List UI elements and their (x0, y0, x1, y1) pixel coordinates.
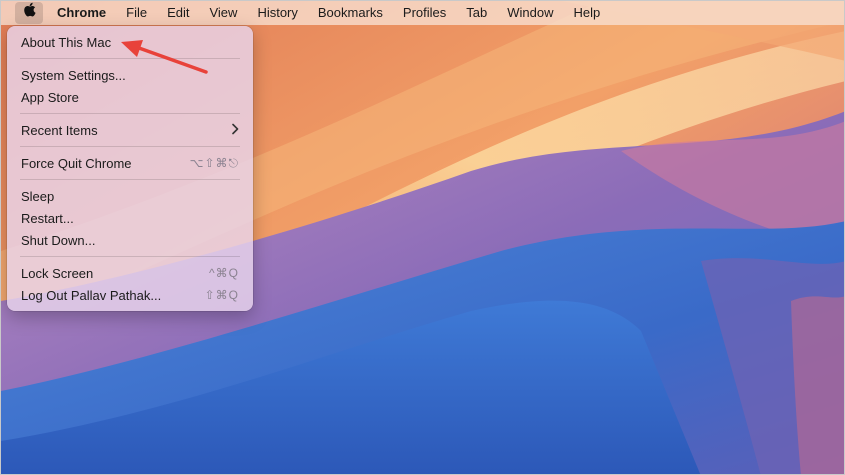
keyboard-shortcut: ⇧⌘Q (204, 288, 239, 302)
menu-help[interactable]: Help (564, 2, 611, 24)
menu-item-label: Shut Down... (21, 232, 96, 248)
menu-item-label: Lock Screen (21, 265, 94, 281)
menu-item-log-out[interactable]: Log Out Pallav Pathak... ⇧⌘Q (7, 284, 253, 306)
apple-menu-button[interactable] (15, 2, 43, 24)
menu-window[interactable]: Window (497, 2, 563, 24)
screen: Chrome File Edit View History Bookmarks … (0, 0, 845, 475)
menu-item-lock-screen[interactable]: Lock Screen ^⌘Q (7, 262, 253, 284)
menu-item-shut-down[interactable]: Shut Down... (7, 229, 253, 251)
menu-separator (20, 146, 240, 147)
apple-menu-dropdown: About This Mac System Settings... App St… (7, 26, 253, 311)
menu-edit[interactable]: Edit (157, 2, 199, 24)
menu-item-label: Recent Items (21, 122, 98, 138)
menu-history[interactable]: History (247, 2, 307, 24)
menu-separator (20, 256, 240, 257)
menu-item-recent-items[interactable]: Recent Items (7, 119, 253, 141)
menu-item-label: Sleep (21, 188, 55, 204)
menu-item-label: Force Quit Chrome (21, 155, 132, 171)
menu-file[interactable]: File (116, 2, 157, 24)
menu-item-label: About This Mac (21, 34, 112, 50)
menu-item-force-quit[interactable]: Force Quit Chrome ⌥⇧⌘⎋ (7, 152, 253, 174)
menu-item-label: App Store (21, 89, 79, 105)
keyboard-shortcut: ^⌘Q (209, 266, 239, 280)
keyboard-shortcut: ⌥⇧⌘⎋ (189, 155, 239, 170)
menu-item-label: Log Out Pallav Pathak... (21, 287, 162, 303)
menu-bar: Chrome File Edit View History Bookmarks … (1, 1, 844, 25)
menu-item-label: Restart... (21, 210, 74, 226)
menu-profiles[interactable]: Profiles (393, 2, 456, 24)
menu-bookmarks[interactable]: Bookmarks (308, 2, 393, 24)
menu-separator (20, 113, 240, 114)
menu-tab[interactable]: Tab (456, 2, 497, 24)
chevron-right-icon (231, 122, 239, 138)
menu-separator (20, 179, 240, 180)
menu-item-label: System Settings... (21, 67, 126, 83)
menu-item-app-store[interactable]: App Store (7, 86, 253, 108)
menu-item-about-this-mac[interactable]: About This Mac (7, 31, 253, 53)
menu-separator (20, 58, 240, 59)
menu-item-restart[interactable]: Restart... (7, 207, 253, 229)
menu-view[interactable]: View (199, 2, 247, 24)
menu-item-sleep[interactable]: Sleep (7, 185, 253, 207)
apple-logo-icon (23, 2, 36, 24)
menu-item-system-settings[interactable]: System Settings... (7, 64, 253, 86)
menu-chrome[interactable]: Chrome (47, 2, 116, 24)
